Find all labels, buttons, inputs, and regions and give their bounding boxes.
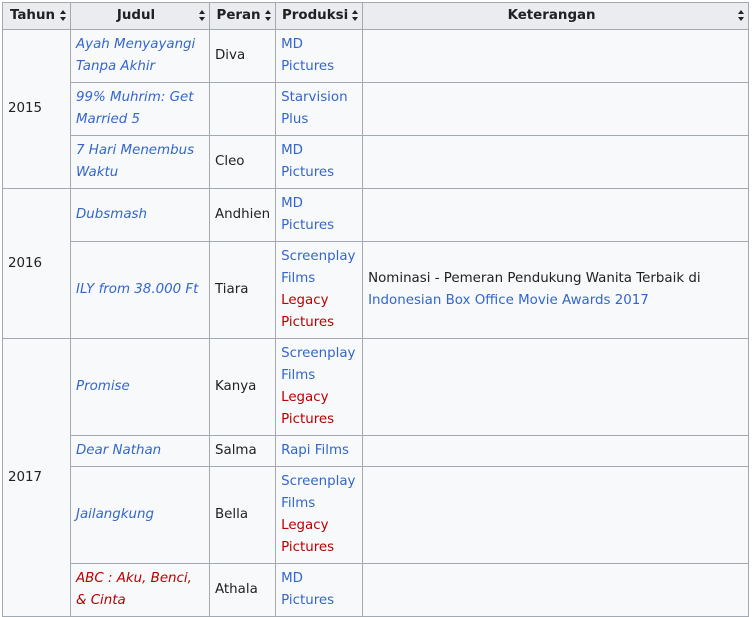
- role-cell: Diva: [208, 29, 277, 83]
- year-cell: 2016: [2, 188, 71, 339]
- production-link[interactable]: Rapi Films: [281, 443, 349, 458]
- production-cell: MD Pictures: [275, 563, 364, 617]
- title-cell: Dubsmash: [70, 188, 210, 242]
- production-link[interactable]: MD Pictures: [281, 196, 334, 233]
- column-header-peran[interactable]: Peran: [208, 2, 277, 30]
- film-title-link[interactable]: 7 Hari Menembus Waktu: [76, 143, 194, 180]
- note-cell: [362, 82, 750, 136]
- header-label: Keterangan: [507, 8, 596, 23]
- title-cell: Promise: [70, 338, 210, 436]
- production-link[interactable]: Starvision Plus: [281, 90, 347, 127]
- column-header-tahun[interactable]: Tahun: [2, 2, 71, 30]
- title-cell: 99% Muhrim: Get Married 5: [70, 82, 210, 136]
- year-cell: 2015: [2, 29, 71, 189]
- role-cell: Andhien: [208, 188, 277, 242]
- production-link[interactable]: MD Pictures: [281, 37, 334, 74]
- sort-arrows-icon[interactable]: [738, 10, 745, 22]
- sort-arrows-icon[interactable]: [265, 10, 272, 22]
- production-link[interactable]: Screenplay Films: [281, 471, 357, 515]
- table-row: ILY from 38.000 Ft Tiara Screenplay Film…: [3, 241, 750, 339]
- column-header-keterangan[interactable]: Keterangan: [362, 2, 750, 30]
- title-cell: Dear Nathan: [70, 435, 210, 467]
- note-cell: Nominasi - Pemeran Pendukung Wanita Terb…: [362, 241, 750, 339]
- role-cell: Kanya: [208, 338, 277, 436]
- table-row: ABC : Aku, Benci, & Cinta Athala MD Pict…: [3, 563, 750, 617]
- header-label: Judul: [116, 8, 156, 23]
- filmography-table: Tahun Judul Peran Produksi Keterangan 20…: [2, 2, 750, 617]
- note-cell: [362, 135, 750, 189]
- note-cell: [362, 563, 750, 617]
- sort-arrows-icon[interactable]: [199, 10, 206, 22]
- production-redlink[interactable]: Legacy Pictures: [281, 387, 357, 431]
- note-cell: [362, 29, 750, 83]
- title-cell: Jailangkung: [70, 466, 210, 564]
- production-link[interactable]: Screenplay Films: [281, 246, 357, 290]
- note-cell: [362, 466, 750, 564]
- table-row: Jailangkung Bella Screenplay Films Legacy…: [3, 466, 750, 564]
- table-row: Dear Nathan Salma Rapi Films: [3, 435, 750, 467]
- production-redlink[interactable]: Legacy Pictures: [281, 515, 357, 559]
- production-cell: MD Pictures: [275, 135, 364, 189]
- header-label: Peran: [216, 8, 261, 23]
- note-cell: [362, 188, 750, 242]
- sort-arrows-icon[interactable]: [60, 10, 67, 22]
- sort-arrows-icon[interactable]: [352, 10, 359, 22]
- film-title-link[interactable]: Promise: [76, 379, 130, 394]
- film-title-link[interactable]: Dear Nathan: [76, 443, 161, 458]
- production-cell: Rapi Films: [275, 435, 364, 467]
- table-row: 2017 Promise Kanya Screenplay Films Legac…: [2, 338, 750, 617]
- year-cell: 2017: [2, 338, 71, 617]
- film-title-link[interactable]: 99% Muhrim: Get Married 5: [76, 90, 193, 127]
- role-cell: Cleo: [208, 135, 277, 189]
- production-cell: Screenplay Films Legacy Pictures: [275, 338, 364, 436]
- production-cell: Screenplay Films Legacy Pictures: [275, 466, 364, 564]
- role-cell: Bella: [208, 466, 277, 564]
- production-link[interactable]: MD Pictures: [281, 571, 334, 608]
- table-row: 99% Muhrim: Get Married 5 Starvision Plu…: [3, 82, 750, 136]
- production-cell: MD Pictures: [275, 29, 364, 83]
- role-cell: Salma: [208, 435, 277, 467]
- production-cell: Screenplay Films Legacy Pictures: [275, 241, 364, 339]
- film-title-link[interactable]: Ayah Menyayangi Tanpa Akhir: [76, 37, 195, 74]
- production-cell: MD Pictures: [275, 188, 364, 242]
- role-cell: Athala: [208, 563, 277, 617]
- film-title-link[interactable]: ILY from 38.000 Ft: [76, 282, 198, 297]
- column-header-produksi[interactable]: Produksi: [275, 2, 364, 30]
- production-redlink[interactable]: Legacy Pictures: [281, 290, 357, 334]
- production-link[interactable]: MD Pictures: [281, 143, 334, 180]
- title-cell: ILY from 38.000 Ft: [70, 241, 210, 339]
- table-row: 7 Hari Menembus Waktu Cleo MD Pictures: [3, 135, 750, 189]
- title-cell: 7 Hari Menembus Waktu: [70, 135, 210, 189]
- table-row: 2016 Dubsmash Andhien MD Pictures: [2, 188, 750, 339]
- column-header-judul[interactable]: Judul: [70, 2, 210, 30]
- title-cell: Ayah Menyayangi Tanpa Akhir: [70, 29, 210, 83]
- film-title-link[interactable]: Dubsmash: [76, 207, 147, 222]
- note-cell: [362, 435, 750, 467]
- production-cell: Starvision Plus: [275, 82, 364, 136]
- role-cell: Tiara: [208, 241, 277, 339]
- film-title-link[interactable]: Jailangkung: [76, 507, 154, 522]
- production-link[interactable]: Screenplay Films: [281, 343, 357, 387]
- film-title-redlink[interactable]: ABC : Aku, Benci, & Cinta: [76, 571, 192, 608]
- header-label: Tahun: [9, 8, 56, 23]
- header-row: Tahun Judul Peran Produksi Keterangan: [2, 2, 750, 30]
- award-link[interactable]: Indonesian Box Office Movie Awards 2017: [368, 293, 649, 308]
- note-cell: [362, 338, 750, 436]
- note-text: Nominasi - Pemeran Pendukung Wanita Terb…: [368, 271, 701, 286]
- title-cell: ABC : Aku, Benci, & Cinta: [70, 563, 210, 617]
- role-cell: [208, 82, 277, 136]
- header-label: Produksi: [281, 8, 349, 23]
- table-row: 2015 Ayah Menyayangi Tanpa Akhir Diva MD…: [2, 29, 750, 189]
